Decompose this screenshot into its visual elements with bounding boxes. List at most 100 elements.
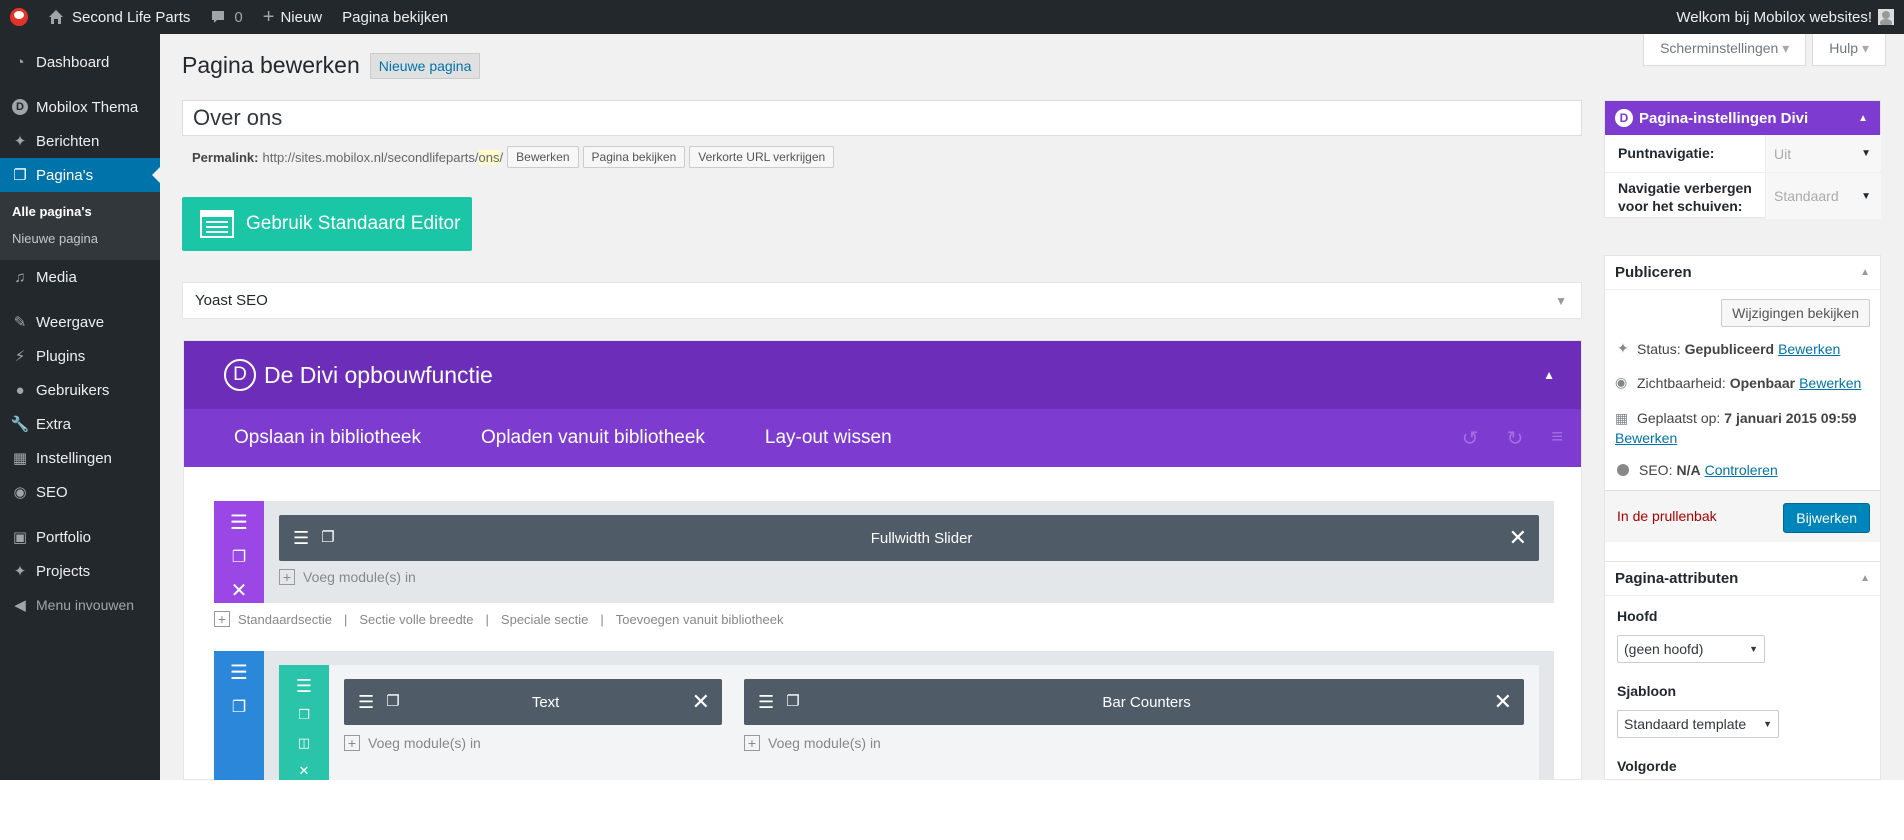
sidebar-item-berichten[interactable]: ✦ Berichten — [0, 124, 160, 158]
edit-status-link[interactable]: Bewerken — [1778, 341, 1840, 357]
delete-section-icon[interactable]: ✕ — [231, 581, 248, 601]
new-content-link[interactable]: + Nieuw — [253, 0, 332, 34]
submenu-item-new-page[interactable]: Nieuwe pagina — [0, 225, 160, 252]
sidebar-item-portfolio[interactable]: ▣ Portfolio — [0, 520, 160, 554]
view-page-button[interactable]: Pagina bekijken — [582, 146, 686, 168]
view-page-link[interactable]: Pagina bekijken — [332, 0, 458, 34]
sidebar-item-projects[interactable]: ✦ Projects — [0, 554, 160, 588]
special-section-link[interactable]: Speciale sectie — [501, 612, 588, 627]
page-attributes-header[interactable]: Pagina-attributen ▲ — [1605, 562, 1880, 596]
view-page-label: Pagina bekijken — [342, 8, 449, 26]
sidebar-item-paginas[interactable]: ❐ Pagina's — [0, 158, 160, 192]
preview-changes-button[interactable]: Wijzigingen bekijken — [1721, 299, 1870, 327]
edit-date-link[interactable]: Bewerken — [1615, 430, 1677, 446]
sidebar-item-mobilox-thema[interactable]: D Mobilox Thema — [0, 90, 160, 124]
move-module-icon[interactable]: ☰ — [758, 692, 774, 713]
caret-up-icon[interactable]: ▲ — [1858, 113, 1868, 124]
delete-module-icon[interactable]: ✕ — [692, 691, 710, 713]
post-title-input[interactable] — [182, 100, 1582, 136]
template-select[interactable]: Standaard template ▼ — [1617, 710, 1779, 738]
move-to-trash-link[interactable]: In de prullenbak — [1617, 508, 1717, 524]
publish-box: Publiceren ▲ Wijzigingen bekijken ✦ Stat… — [1604, 255, 1881, 575]
fullwidth-section-link[interactable]: Sectie volle breedte — [359, 612, 473, 627]
edit-visibility-link[interactable]: Bewerken — [1799, 375, 1861, 391]
add-new-page-button[interactable]: Nieuwe pagina — [369, 52, 481, 79]
yoast-seo-box[interactable]: Yoast SEO ▼ — [182, 282, 1582, 319]
sidebar-item-weergave[interactable]: ✎ Weergave — [0, 305, 160, 339]
sidebar-item-seo[interactable]: ◉ SEO — [0, 475, 160, 509]
collapse-menu-button[interactable]: ◀ Menu invouwen — [0, 588, 160, 622]
publish-header[interactable]: Publiceren ▲ — [1605, 256, 1880, 290]
new-label: Nieuw — [280, 8, 323, 26]
seo-check-link[interactable]: Controleren — [1705, 462, 1778, 478]
caret-down-icon[interactable]: ▼ — [1555, 294, 1567, 308]
add-from-library-link[interactable]: Toevoegen vanuit bibliotheek — [616, 612, 784, 627]
collapse-arrow-icon: ◀ — [14, 597, 26, 614]
home-icon — [49, 10, 63, 24]
module-bar-counters[interactable]: ☰ ❐ Bar Counters ✕ — [744, 679, 1524, 725]
sidebar-item-extra[interactable]: 🔧 Extra — [0, 407, 160, 441]
caret-up-icon[interactable]: ▲ — [1543, 368, 1555, 382]
add-module-button[interactable]: + Voeg module(s) in — [279, 569, 416, 585]
sidebar-item-dashboard[interactable]: ◔ Dashboard — [0, 45, 160, 79]
comments-link[interactable]: 0 — [200, 0, 252, 34]
load-from-library-button[interactable]: Opladen vanuit bibliotheek — [481, 427, 705, 449]
hide-nav-select[interactable]: Standaard ▼ — [1765, 173, 1881, 219]
move-section-icon[interactable]: ☰ — [230, 513, 248, 533]
module-fullwidth-slider[interactable]: ☰ ❐ Fullwidth Slider ✕ — [279, 515, 1539, 561]
sidebar-item-instellingen[interactable]: ▦ Instellingen — [0, 441, 160, 475]
section-settings-icon[interactable]: ❐ — [232, 697, 246, 717]
wp-logo-menu[interactable] — [0, 0, 38, 34]
account-menu[interactable]: Welkom bij Mobilox websites! — [1666, 0, 1904, 34]
history-icon[interactable]: ≡ — [1551, 426, 1563, 451]
permalink-base[interactable]: http://sites.mobilox.nl/secondlifeparts/ — [262, 150, 478, 165]
module-settings-icon[interactable]: ❐ — [321, 528, 334, 549]
delete-module-icon[interactable]: ✕ — [1509, 527, 1527, 549]
get-shortlink-button[interactable]: Verkorte URL verkrijgen — [689, 146, 835, 168]
sidebar-item-media[interactable]: ♫ Media — [0, 260, 160, 294]
module-text[interactable]: ☰ ❐ Text ✕ — [344, 679, 722, 725]
sidebar-item-gebruikers[interactable]: ● Gebruikers — [0, 373, 160, 407]
move-row-icon[interactable]: ☰ — [296, 677, 312, 695]
save-to-library-button[interactable]: Opslaan in bibliotheek — [234, 427, 421, 449]
main-content: Scherminstellingen Hulp Pagina bewerken … — [160, 34, 1904, 780]
submenu-item-all-pages[interactable]: Alle pagina's — [0, 198, 160, 225]
delete-module-icon[interactable]: ✕ — [1494, 691, 1512, 713]
edit-permalink-button[interactable]: Bewerken — [507, 146, 579, 168]
delete-row-icon[interactable]: ✕ — [299, 763, 310, 779]
standard-section-link[interactable]: Standaardsectie — [238, 612, 332, 627]
redo-icon[interactable]: ↻ — [1507, 426, 1524, 451]
sidebar-item-label: Instellingen — [36, 449, 112, 467]
avatar-user-icon — [1882, 11, 1890, 19]
module-settings-icon[interactable]: ❐ — [786, 692, 799, 713]
plus-icon: + — [744, 735, 760, 751]
link-separator: | — [485, 611, 489, 627]
caret-up-icon[interactable]: ▲ — [1860, 573, 1870, 584]
visibility-value: Openbaar — [1729, 374, 1796, 391]
dot-nav-select[interactable]: Uit ▼ — [1765, 135, 1881, 172]
update-button[interactable]: Bijwerken — [1783, 503, 1870, 533]
site-name-link[interactable]: Second Life Parts — [38, 0, 200, 34]
add-module-button[interactable]: + Voeg module(s) in — [744, 735, 881, 751]
move-section-icon[interactable]: ☰ — [230, 663, 248, 683]
pages-icon: ❐ — [13, 167, 27, 184]
seo-dot-icon — [1617, 464, 1629, 476]
caret-up-icon[interactable]: ▲ — [1860, 267, 1870, 278]
permalink-slug[interactable]: ons — [478, 149, 500, 165]
template-value: Standaard template — [1624, 716, 1747, 732]
module-settings-icon[interactable]: ❐ — [386, 692, 399, 713]
parent-select[interactable]: (geen hoofd) ▼ — [1617, 635, 1765, 663]
row-settings-icon[interactable]: ❐ — [298, 707, 310, 723]
plus-icon: + — [279, 569, 295, 585]
use-default-editor-button[interactable]: Gebruik Standaard Editor — [182, 197, 472, 251]
move-module-icon[interactable]: ☰ — [293, 528, 309, 549]
move-module-icon[interactable]: ☰ — [358, 692, 374, 713]
add-module-button[interactable]: + Voeg module(s) in — [344, 735, 481, 751]
columns-icon[interactable]: ◫ — [298, 735, 310, 751]
undo-icon[interactable]: ↺ — [1462, 426, 1479, 451]
dot-nav-label: Puntnavigatie: — [1618, 145, 1715, 161]
sidebar-item-plugins[interactable]: ⚡ Plugins — [0, 339, 160, 373]
section-settings-icon[interactable]: ❐ — [232, 547, 246, 567]
clear-layout-button[interactable]: Lay-out wissen — [765, 427, 892, 449]
divi-settings-header[interactable]: D Pagina-instellingen Divi ▲ — [1605, 101, 1880, 135]
